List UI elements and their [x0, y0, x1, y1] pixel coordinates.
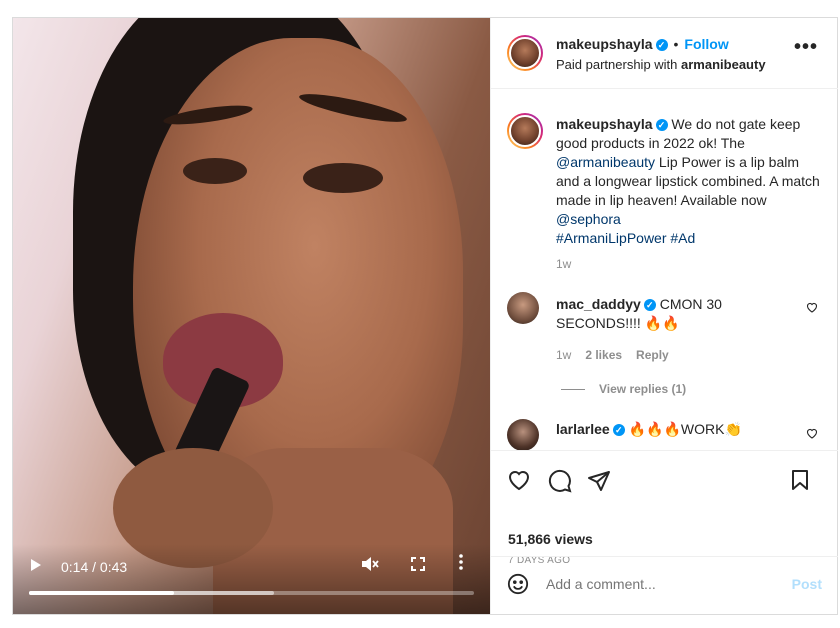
- comment-meta: 1w 2 likes Reply: [556, 348, 683, 362]
- author-line: makeupshayla ✓ • Follow: [556, 36, 729, 52]
- muted-icon[interactable]: [361, 556, 379, 577]
- reply-button[interactable]: Reply: [636, 348, 669, 362]
- add-comment-bar: Post: [491, 556, 838, 615]
- paid-partnership: Paid partnership with armanibeauty: [556, 57, 766, 72]
- save-bookmark-icon[interactable]: [791, 469, 809, 497]
- comment-icon[interactable]: [548, 469, 572, 499]
- replies-divider: [561, 389, 585, 391]
- verified-icon: ✓: [643, 299, 656, 312]
- commenter-avatar[interactable]: [507, 292, 539, 324]
- comment-text: 🔥🔥🔥WORK👏: [628, 421, 742, 437]
- add-comment-input[interactable]: [546, 576, 766, 592]
- author-username[interactable]: makeupshayla: [556, 36, 653, 52]
- commenter-avatar[interactable]: [507, 419, 539, 451]
- post-header: makeupshayla ✓ • Follow Paid partnership wi…: [491, 18, 838, 89]
- video-time: 0:14 / 0:43: [61, 559, 128, 575]
- like-heart-icon[interactable]: [507, 469, 531, 497]
- caption-hashtags[interactable]: #ArmaniLipPower #Ad: [556, 230, 695, 246]
- mention-sephora[interactable]: @sephora: [556, 211, 621, 227]
- video-eye: [303, 163, 383, 193]
- comment-item: larlarlee ✓ 🔥🔥🔥WORK👏: [556, 420, 786, 439]
- more-options-icon[interactable]: •••: [794, 36, 818, 59]
- verified-icon: ✓: [655, 119, 668, 132]
- fullscreen-icon[interactable]: [411, 556, 425, 576]
- like-comment-heart-icon[interactable]: [806, 302, 818, 316]
- comment-item: mac_daddyy ✓ CMON 30 SECONDS!!!! 🔥🔥: [556, 295, 786, 333]
- caption-age: 1w: [556, 257, 572, 271]
- caption-username[interactable]: makeupshayla: [556, 116, 653, 132]
- comment-username[interactable]: larlarlee: [556, 421, 610, 437]
- caption-avatar[interactable]: [507, 113, 543, 149]
- more-vertical-icon[interactable]: [459, 554, 463, 575]
- post-caption: makeupshayla ✓ We do not gate keep good p…: [556, 115, 821, 248]
- video-controls: [13, 544, 490, 614]
- comment-age: 1w: [556, 348, 572, 362]
- video-progress-fill: [29, 591, 175, 595]
- post-comment-button[interactable]: Post: [792, 576, 822, 592]
- mention-armanibeauty[interactable]: @armanibeauty: [556, 154, 655, 170]
- verified-icon: ✓: [655, 39, 668, 52]
- view-count[interactable]: 51,866 views: [508, 531, 593, 547]
- post-video[interactable]: 0:14 / 0:43: [13, 18, 490, 614]
- play-icon[interactable]: [31, 559, 41, 571]
- post-dialog: 0:14 / 0:43 makeupshayla ✓ • Follow Paid pa…: [12, 17, 838, 615]
- separator-dot: •: [673, 36, 679, 52]
- video-progress-bar[interactable]: [29, 591, 474, 595]
- paid-partnership-label: Paid partnership with: [556, 57, 682, 72]
- author-avatar[interactable]: [507, 35, 543, 71]
- view-replies-label: View replies (1): [599, 382, 687, 396]
- comment-username[interactable]: mac_daddyy: [556, 296, 641, 312]
- like-comment-heart-icon[interactable]: [806, 428, 818, 442]
- emoji-icon[interactable]: [507, 573, 529, 601]
- verified-icon: ✓: [612, 424, 625, 437]
- follow-button[interactable]: Follow: [684, 36, 728, 52]
- comment-likes[interactable]: 2 likes: [585, 348, 622, 362]
- view-replies-button[interactable]: View replies (1): [561, 382, 686, 396]
- video-eye: [183, 158, 247, 184]
- post-side-panel: makeupshayla ✓ • Follow Paid partnership wi…: [490, 18, 838, 614]
- partner-link[interactable]: armanibeauty: [681, 57, 766, 72]
- share-icon[interactable]: [587, 469, 611, 499]
